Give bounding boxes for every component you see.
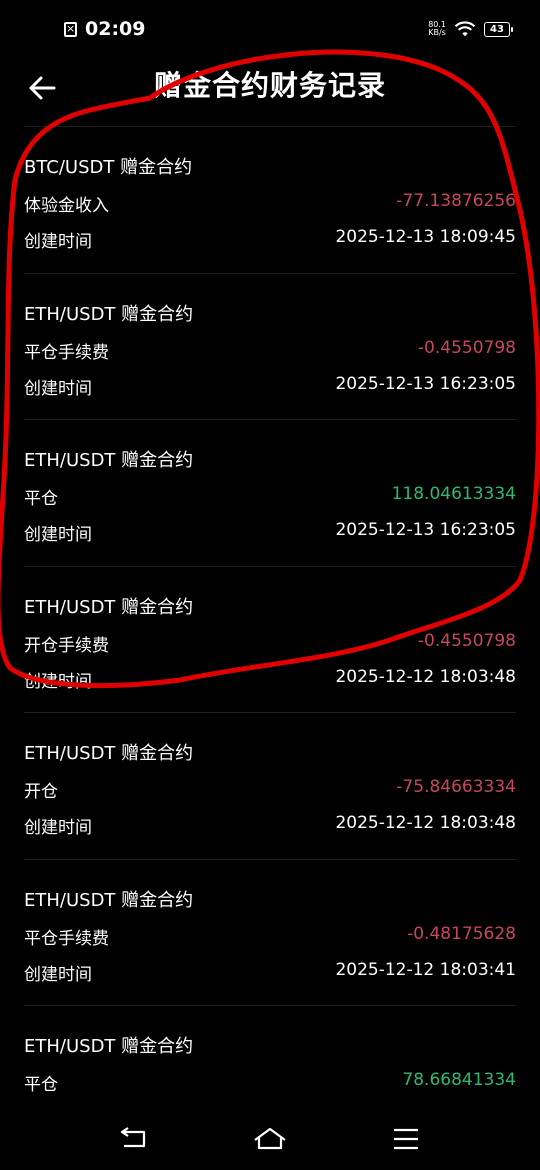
record-type-row: 平仓 118.04613334 bbox=[24, 484, 516, 509]
record-time: 2025-12-13 16:23:05 bbox=[335, 520, 516, 540]
record-type: 开仓手续费 bbox=[24, 635, 109, 656]
record-amount: 78.66841334 bbox=[402, 1070, 516, 1090]
record-time-label: 创建时间 bbox=[24, 378, 92, 399]
record-title: ETH/USDT 赠金合约 bbox=[24, 450, 194, 471]
record-type: 平仓 bbox=[24, 489, 58, 509]
record-time: 2025-12-12 18:03:48 bbox=[335, 813, 516, 833]
record-type: 平仓手续费 bbox=[24, 342, 109, 363]
wifi-icon bbox=[454, 21, 476, 37]
record-title: ETH/USDT 赠金合约 bbox=[24, 303, 194, 325]
record-time-label: 创建时间 bbox=[24, 525, 92, 545]
record-title: ETH/USDT 赠金合约 bbox=[24, 743, 194, 764]
status-time: 02:09 bbox=[85, 18, 146, 40]
network-speed: 80.1 KB/s bbox=[428, 21, 446, 37]
record-type: 开仓 bbox=[24, 782, 58, 802]
home-icon[interactable] bbox=[252, 1124, 288, 1154]
record-item: ETH/USDT 赠金合约 平仓手续费 -0.48175628 创建时间 202… bbox=[24, 858, 516, 1006]
record-time-row: 创建时间 2025-12-12 18:03:48 bbox=[24, 667, 516, 692]
record-item: ETH/USDT 赠金合约 平仓手续费 -0.4550798 创建时间 2025… bbox=[24, 272, 516, 420]
record-time-row: 创建时间 2025-12-13 18:09:45 bbox=[24, 227, 516, 252]
record-amount: 118.04613334 bbox=[391, 484, 516, 504]
record-title: BTC/USDT 赠金合约 bbox=[24, 157, 193, 178]
record-time: 2025-12-13 18:09:45 bbox=[335, 227, 516, 247]
record-list: BTC/USDT 赠金合约 体验金收入 -77.13876256 创建时间 20… bbox=[24, 126, 516, 1152]
record-type: 体验金收入 bbox=[24, 196, 109, 216]
record-type-row: 平仓手续费 -0.48175628 bbox=[24, 924, 516, 949]
record-title: ETH/USDT 赠金合约 bbox=[24, 1036, 194, 1057]
record-amount: -0.4550798 bbox=[417, 337, 516, 358]
record-amount: -0.48175628 bbox=[407, 923, 516, 944]
page-title: 赠金合约财务记录 bbox=[153, 69, 386, 102]
record-item: ETH/USDT 赠金合约 平仓 118.04613334 创建时间 2025-… bbox=[24, 419, 516, 566]
system-nav-bar bbox=[0, 1108, 540, 1170]
record-amount: -0.4550798 bbox=[417, 630, 516, 651]
record-time-label: 创建时间 bbox=[24, 964, 92, 985]
record-amount: -77.13876256 bbox=[396, 191, 516, 211]
menu-icon[interactable] bbox=[388, 1124, 424, 1154]
record-item: ETH/USDT 赠金合约 开仓 -75.84663334 创建时间 2025-… bbox=[24, 712, 516, 859]
status-bar: 02:09 80.1 KB/s 43 bbox=[0, 0, 540, 60]
record-time: 2025-12-13 16:23:05 bbox=[335, 373, 516, 394]
record-time-label: 创建时间 bbox=[24, 671, 92, 692]
record-time-row: 创建时间 2025-12-13 16:23:05 bbox=[24, 520, 516, 545]
battery-level: 43 bbox=[490, 23, 504, 35]
record-type-row: 平仓手续费 -0.4550798 bbox=[24, 338, 516, 363]
nav-header: 赠金合约财务记录 bbox=[0, 60, 540, 126]
record-type-row: 体验金收入 -77.13876256 bbox=[24, 191, 516, 216]
record-time-row: 创建时间 2025-12-13 16:23:05 bbox=[24, 374, 516, 399]
return-icon[interactable] bbox=[116, 1124, 152, 1154]
status-left: 02:09 bbox=[64, 18, 145, 40]
record-item: BTC/USDT 赠金合约 体验金收入 -77.13876256 创建时间 20… bbox=[24, 126, 516, 273]
record-amount: -75.84663334 bbox=[396, 777, 516, 797]
record-type-row: 开仓手续费 -0.4550798 bbox=[24, 631, 516, 656]
status-right: 80.1 KB/s 43 bbox=[428, 20, 513, 38]
record-time: 2025-12-12 18:03:48 bbox=[335, 666, 516, 687]
record-type-row: 开仓 -75.84663334 bbox=[24, 777, 516, 802]
record-type: 平仓手续费 bbox=[24, 928, 109, 949]
record-time-label: 创建时间 bbox=[24, 232, 92, 252]
record-type: 平仓 bbox=[24, 1075, 58, 1095]
record-time: 2025-12-12 18:03:41 bbox=[335, 959, 516, 980]
network-speed-unit: KB/s bbox=[428, 28, 446, 37]
record-item: ETH/USDT 赠金合约 开仓手续费 -0.4550798 创建时间 2025… bbox=[24, 565, 516, 713]
record-time-row: 创建时间 2025-12-12 18:03:48 bbox=[24, 813, 516, 838]
no-sim-icon bbox=[64, 20, 77, 38]
battery-icon: 43 bbox=[484, 21, 513, 37]
record-title: ETH/USDT 赠金合约 bbox=[24, 889, 194, 911]
record-time-row: 创建时间 2025-12-12 18:03:41 bbox=[24, 960, 516, 985]
record-time-label: 创建时间 bbox=[24, 818, 92, 838]
record-type-row: 平仓 78.66841334 bbox=[24, 1070, 516, 1095]
record-title: ETH/USDT 赠金合约 bbox=[24, 596, 194, 618]
